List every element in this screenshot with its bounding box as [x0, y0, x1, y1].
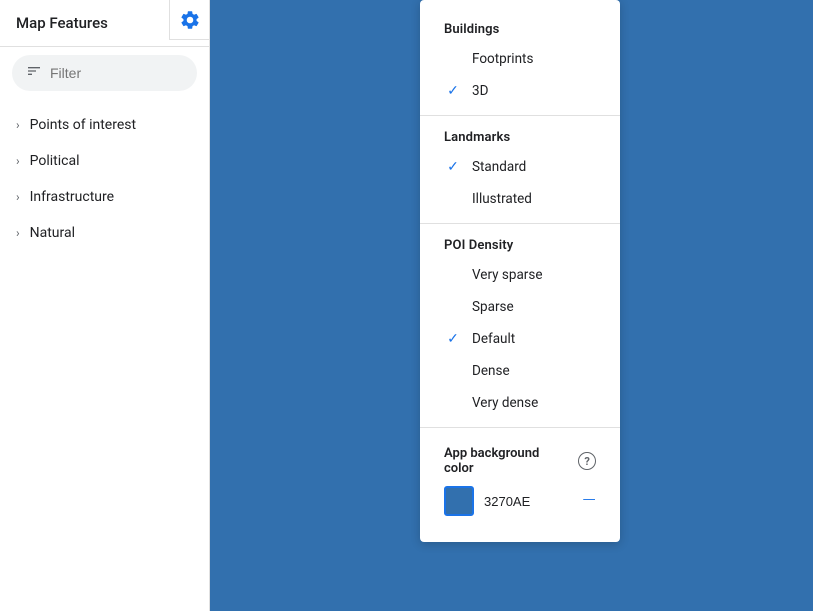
item-label-sparse: Sparse [472, 299, 514, 315]
dropdown-item-3d[interactable]: ✓ 3D [420, 75, 620, 107]
chevron-right-icon: › [16, 118, 20, 132]
filter-bar[interactable] [12, 55, 197, 91]
bg-color-label: App background color [444, 446, 570, 476]
item-label-3d: 3D [472, 83, 488, 99]
chevron-right-icon: › [16, 154, 20, 168]
dropdown-panel: Buildings Footprints ✓ 3D Landmarks ✓ St… [420, 0, 620, 542]
sidebar: Map Features › Points of interest › Poli… [0, 0, 210, 611]
dropdown-item-very-sparse[interactable]: Very sparse [420, 259, 620, 291]
sidebar-title: Map Features [16, 14, 108, 32]
divider-2 [420, 223, 620, 224]
item-label-very-dense: Very dense [472, 395, 538, 411]
buildings-section-title: Buildings [420, 16, 620, 43]
dropdown-item-footprints[interactable]: Footprints [420, 43, 620, 75]
dropdown-item-illustrated[interactable]: Illustrated [420, 183, 620, 215]
dropdown-item-very-dense[interactable]: Very dense [420, 387, 620, 419]
filter-input[interactable] [50, 65, 183, 81]
divider-1 [420, 115, 620, 116]
bg-color-header: App background color ? [444, 446, 596, 476]
item-label-footprints: Footprints [472, 51, 533, 67]
check-icon: ✓ [444, 159, 462, 175]
dropdown-item-sparse[interactable]: Sparse [420, 291, 620, 323]
item-label-default: Default [472, 331, 515, 347]
color-value-input[interactable] [484, 494, 554, 509]
item-label-very-sparse: Very sparse [472, 267, 543, 283]
map-area: Buildings Footprints ✓ 3D Landmarks ✓ St… [210, 0, 813, 611]
nav-item-label: Natural [30, 225, 75, 241]
gear-button[interactable] [169, 0, 209, 40]
check-icon: ✓ [444, 83, 462, 99]
filter-icon [26, 63, 42, 83]
nav-item-label: Infrastructure [30, 189, 114, 205]
poi-density-section-title: POI Density [420, 232, 620, 259]
color-swatch[interactable] [444, 486, 474, 516]
item-label-standard: Standard [472, 159, 526, 175]
gear-icon [179, 9, 201, 31]
sidebar-item-infrastructure[interactable]: › Infrastructure [0, 179, 209, 215]
check-icon: ✓ [444, 331, 462, 347]
color-row: — [444, 486, 596, 516]
item-label-dense: Dense [472, 363, 510, 379]
color-clear-button[interactable]: — [582, 492, 596, 510]
item-label-illustrated: Illustrated [472, 191, 532, 207]
sidebar-nav: › Points of interest › Political › Infra… [0, 107, 209, 251]
nav-item-label: Points of interest [30, 117, 136, 133]
dropdown-item-dense[interactable]: Dense [420, 355, 620, 387]
sidebar-item-natural[interactable]: › Natural [0, 215, 209, 251]
chevron-right-icon: › [16, 226, 20, 240]
dropdown-item-standard[interactable]: ✓ Standard [420, 151, 620, 183]
bg-color-section: App background color ? — [420, 436, 620, 526]
sidebar-item-political[interactable]: › Political [0, 143, 209, 179]
nav-item-label: Political [30, 153, 80, 169]
help-icon[interactable]: ? [578, 452, 596, 470]
sidebar-header: Map Features [0, 0, 209, 47]
dropdown-item-default[interactable]: ✓ Default [420, 323, 620, 355]
chevron-right-icon: › [16, 190, 20, 204]
landmarks-section-title: Landmarks [420, 124, 620, 151]
divider-3 [420, 427, 620, 428]
sidebar-item-poi[interactable]: › Points of interest [0, 107, 209, 143]
